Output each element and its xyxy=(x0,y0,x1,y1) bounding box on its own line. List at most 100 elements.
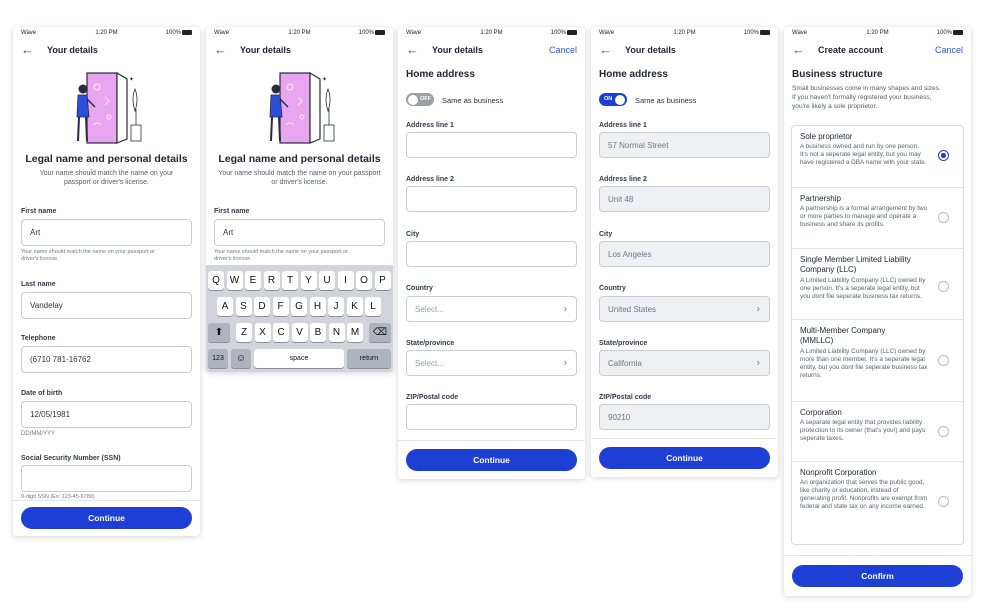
key-g[interactable]: G xyxy=(291,297,307,316)
key-v[interactable]: V xyxy=(291,323,308,342)
last-name-input[interactable]: Vandelay xyxy=(21,292,192,319)
key-x[interactable]: X xyxy=(254,323,271,342)
back-arrow-icon[interactable]: ← xyxy=(792,43,805,57)
ssn-input[interactable] xyxy=(21,465,192,492)
key-z[interactable]: Z xyxy=(236,323,252,342)
option-title: Single Member Limited Liability Company … xyxy=(800,255,911,274)
telephone-input[interactable]: (6710 781-16762 xyxy=(21,346,192,373)
option-partnership[interactable]: Partnership A partnership is a formal ar… xyxy=(792,188,963,249)
zip-input[interactable] xyxy=(406,404,577,430)
return-key[interactable]: return xyxy=(347,349,391,368)
key-s[interactable]: S xyxy=(235,297,252,316)
page-title: Legal name and personal details xyxy=(25,153,188,165)
page-subtitle-line1: Your name should match the name on your xyxy=(39,170,174,177)
key-d[interactable]: D xyxy=(254,297,270,316)
continue-button[interactable]: Continue xyxy=(599,447,770,469)
city-input[interactable] xyxy=(406,241,577,267)
option-description: A separate legal entity that provides li… xyxy=(800,419,926,442)
back-arrow-icon[interactable]: ← xyxy=(599,43,612,57)
option-single-member-llc[interactable]: Single Member Limited Liability Company … xyxy=(792,249,963,320)
country-select[interactable]: United States › xyxy=(599,296,770,322)
country-select[interactable]: Select... › xyxy=(406,296,577,322)
nav-title: Your details xyxy=(625,45,676,55)
nav-bar: ← Your details xyxy=(206,41,393,61)
address-line1-input[interactable] xyxy=(406,132,577,158)
key-f[interactable]: F xyxy=(272,297,289,316)
key-p[interactable]: P xyxy=(374,271,391,290)
battery-percent: 100% xyxy=(936,30,952,37)
back-arrow-icon[interactable]: ← xyxy=(21,43,34,57)
battery-icon xyxy=(953,30,963,35)
key-k[interactable]: K xyxy=(346,297,363,316)
key-n[interactable]: N xyxy=(328,323,345,342)
key-w[interactable]: W xyxy=(226,271,243,290)
option-multi-member-company[interactable]: Multi-Member Company (MMLLC) A Limited L… xyxy=(792,320,963,402)
key-m[interactable]: M xyxy=(347,323,363,342)
screen-business-structure: Wave 1:20 PM 100% ← Create account Cance… xyxy=(784,27,971,596)
option-sole-proprietor[interactable]: Sole proprietor A business owned and run… xyxy=(792,126,963,188)
numbers-key[interactable]: 123 xyxy=(208,349,228,368)
radio-selected-icon[interactable] xyxy=(938,150,949,161)
first-name-input[interactable]: Art xyxy=(21,219,192,246)
state-select[interactable]: Select... › xyxy=(406,350,577,376)
key-u[interactable]: U xyxy=(319,271,335,290)
city-input[interactable]: Los Angeles xyxy=(599,241,770,267)
key-t[interactable]: T xyxy=(282,271,298,290)
country-placeholder: Select... xyxy=(415,304,444,314)
key-e[interactable]: E xyxy=(245,271,261,290)
key-r[interactable]: R xyxy=(263,271,280,290)
key-y[interactable]: Y xyxy=(300,271,317,290)
space-key[interactable]: space xyxy=(254,349,344,368)
delete-key[interactable]: ⌫ xyxy=(369,323,391,342)
option-corporation[interactable]: Corporation A separate legal entity that… xyxy=(792,402,963,462)
key-a[interactable]: A xyxy=(217,297,233,316)
intro-line1: Small businesses come in many shapes and… xyxy=(792,85,941,92)
address-line1-input[interactable]: 57 Normal Street xyxy=(599,132,770,158)
first-name-hint-line1: Your name should match the name on your … xyxy=(214,249,349,255)
shift-key[interactable]: ⬆ xyxy=(208,323,230,342)
radio-icon[interactable] xyxy=(938,426,949,437)
key-q[interactable]: Q xyxy=(208,271,224,290)
state-select[interactable]: California › xyxy=(599,350,770,376)
key-h[interactable]: H xyxy=(309,297,326,316)
cancel-link[interactable]: Cancel xyxy=(935,45,963,55)
option-title: Partnership xyxy=(800,194,841,203)
zip-input[interactable]: 90210 xyxy=(599,404,770,430)
confirm-button[interactable]: Confirm xyxy=(792,565,963,587)
key-b[interactable]: B xyxy=(310,323,326,342)
key-i[interactable]: I xyxy=(337,271,354,290)
key-j[interactable]: J xyxy=(328,297,344,316)
country-value: United States xyxy=(608,304,657,314)
toggle-state: ON xyxy=(604,96,613,102)
option-nonprofit-corporation[interactable]: Nonprofit Corporation An organization th… xyxy=(792,462,963,544)
option-title: Nonprofit Corporation xyxy=(800,468,877,477)
same-as-business-toggle[interactable]: ON xyxy=(599,93,627,106)
dob-input[interactable]: 12/05/1981 xyxy=(21,401,192,428)
first-name-hint-line2: driver's license. xyxy=(214,256,252,262)
emoji-key[interactable]: ☺ xyxy=(231,349,251,368)
battery-icon xyxy=(567,30,577,35)
key-o[interactable]: O xyxy=(356,271,372,290)
key-c[interactable]: C xyxy=(273,323,289,342)
zip-label: ZIP/Postal code xyxy=(406,394,459,401)
radio-icon[interactable] xyxy=(938,281,949,292)
cancel-link[interactable]: Cancel xyxy=(549,45,577,55)
battery-percent: 100% xyxy=(165,30,181,37)
radio-icon[interactable] xyxy=(938,355,949,366)
continue-button[interactable]: Continue xyxy=(406,449,577,471)
back-arrow-icon[interactable]: ← xyxy=(406,43,419,57)
nav-title: Your details xyxy=(47,45,98,55)
key-l[interactable]: L xyxy=(365,297,381,316)
address-line2-input[interactable] xyxy=(406,186,577,212)
back-arrow-icon[interactable]: ← xyxy=(214,43,227,57)
same-as-business-label: Same as business xyxy=(635,96,697,105)
state-placeholder: Select... xyxy=(415,358,444,368)
first-name-input[interactable]: Art xyxy=(214,219,385,246)
radio-icon[interactable] xyxy=(938,212,949,223)
toggle-state: OFF xyxy=(420,96,431,102)
radio-icon[interactable] xyxy=(938,496,949,507)
continue-button[interactable]: Continue xyxy=(21,507,192,529)
chevron-right-icon: › xyxy=(563,357,567,369)
same-as-business-toggle[interactable]: OFF xyxy=(406,93,434,106)
address-line2-input[interactable]: Unit 48 xyxy=(599,186,770,212)
